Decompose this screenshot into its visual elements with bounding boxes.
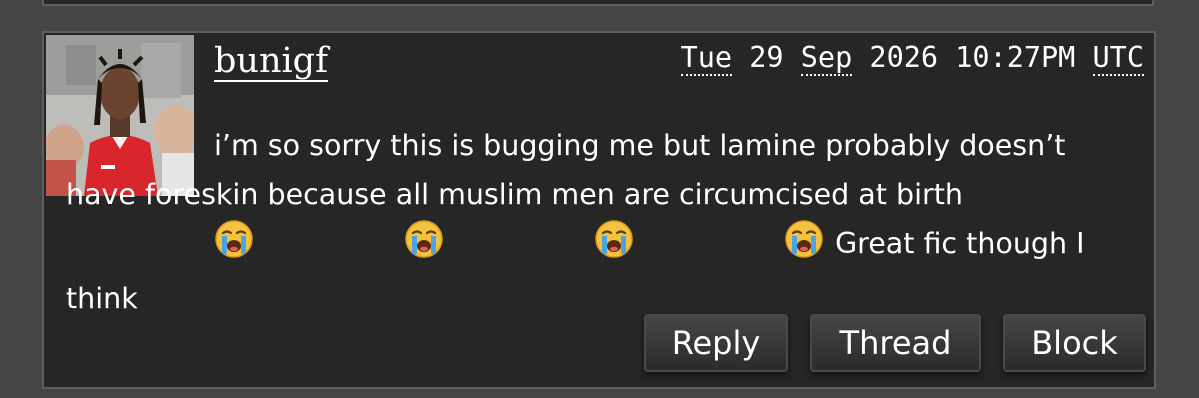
timestamp-time: 10:27PM bbox=[955, 41, 1076, 74]
loudly-crying-face-icon bbox=[66, 219, 254, 274]
loudly-crying-face-icon bbox=[636, 219, 824, 274]
reply-button[interactable]: Reply bbox=[644, 314, 788, 372]
loudly-crying-face-icon bbox=[446, 219, 634, 274]
timestamp-weekday: Tue bbox=[680, 41, 733, 76]
timestamp-month: Sep bbox=[800, 41, 853, 76]
comment-panel: bunigf Tue 29 Sep 2026 10:27PM UTC i’m s… bbox=[42, 31, 1156, 389]
loudly-crying-face-icon bbox=[256, 219, 444, 274]
timestamp-year: 2026 bbox=[869, 41, 939, 74]
block-button[interactable]: Block bbox=[1003, 314, 1146, 372]
timestamp-day: 29 bbox=[749, 41, 784, 74]
timestamp-timezone: UTC bbox=[1092, 41, 1144, 76]
username-link[interactable]: bunigf bbox=[214, 41, 328, 81]
emoji-group bbox=[66, 220, 826, 260]
thread-button[interactable]: Thread bbox=[810, 314, 981, 372]
previous-comment-panel bbox=[42, 0, 1154, 6]
comment-body: i’m so sorry this is bugging me but lami… bbox=[66, 121, 1116, 323]
comment-text-main: i’m so sorry this is bugging me but lami… bbox=[66, 129, 1066, 211]
comment-timestamp: Tue 29 Sep 2026 10:27PM UTC bbox=[680, 41, 1144, 76]
